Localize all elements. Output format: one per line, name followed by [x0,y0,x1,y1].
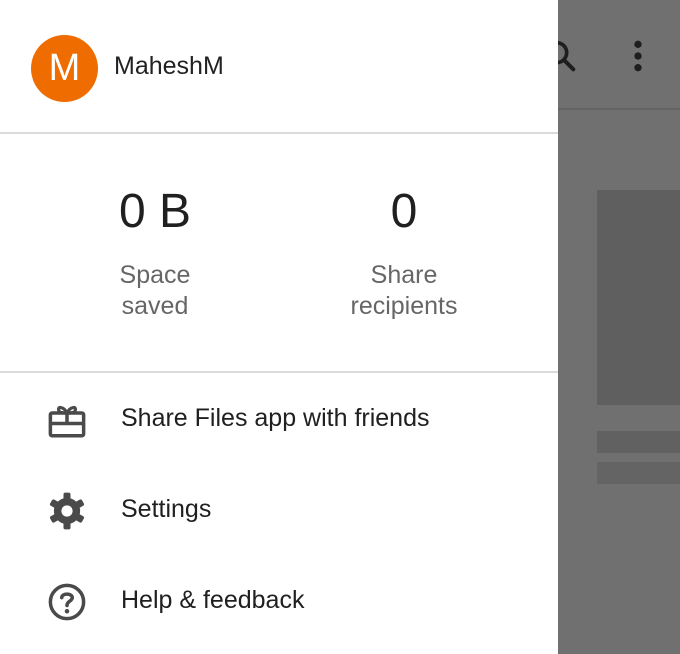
stat-value: 0 [390,185,418,238]
stat-space-saved: 0 B Space saved [55,184,255,322]
help-icon [48,583,86,621]
account-name: MaheshM [114,52,224,80]
stat-value: 0 B [118,185,192,238]
stat-share-recipients: 0 Share recipients [304,184,504,322]
gear-icon [49,492,85,530]
account-header[interactable]: M MaheshM [0,0,558,134]
menu-item-settings[interactable]: Settings [0,464,558,555]
menu-item-label: Share Files app with friends [121,404,430,432]
menu-item-share-app[interactable]: Share Files app with friends [0,373,558,464]
stat-label: Space saved [119,261,191,320]
stats-panel: 0 B Space saved 0 Share recipients [0,134,558,373]
menu-item-label: Help & feedback [121,586,305,614]
gift-icon [48,405,86,438]
drawer-menu: Share Files app with friends Settings He… [0,373,558,646]
menu-item-label: Settings [121,495,212,523]
menu-item-help[interactable]: Help & feedback [0,555,558,646]
navigation-drawer: M MaheshM 0 B Space saved 0 Share recipi… [0,0,558,654]
stat-label: Share recipients [350,261,458,320]
avatar[interactable]: M [31,35,98,102]
